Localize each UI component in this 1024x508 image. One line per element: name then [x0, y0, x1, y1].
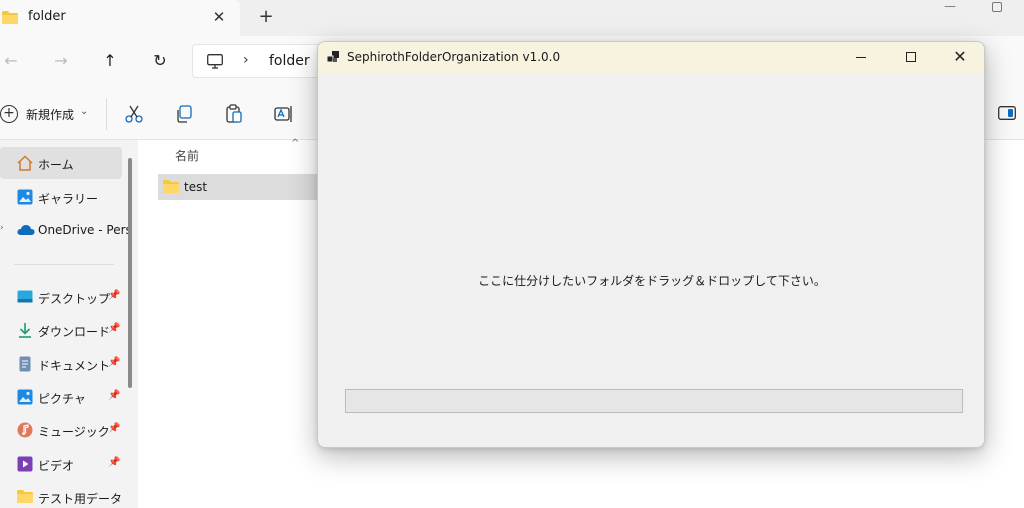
explorer-tab[interactable]: folder ✕: [0, 0, 240, 36]
pin-icon[interactable]: 📌: [108, 357, 120, 368]
window-maximize-button[interactable]: [990, 0, 1004, 14]
progress-bar: [345, 389, 963, 413]
sidebar-item-onedrive[interactable]: › OneDrive - Pers: [0, 214, 132, 246]
plus-circle-icon: +: [0, 105, 18, 123]
cut-icon[interactable]: [124, 104, 144, 124]
breadcrumb-folder[interactable]: folder: [269, 53, 310, 69]
chevron-down-icon: ⌄: [80, 106, 89, 117]
sidebar-item-videos[interactable]: ビデオ 📌: [0, 448, 122, 480]
app-dialog: SephirothFolderOrganization v1.0.0 ✕ ここに…: [317, 41, 985, 448]
desktop-icon: [17, 289, 33, 305]
window-minimize-button[interactable]: —: [942, 0, 958, 14]
file-name: test: [184, 180, 208, 194]
sidebar-item-label: ドキュメント: [38, 359, 111, 373]
tab-title: folder: [28, 9, 66, 24]
navigation-pane: ホーム ギャラリー › OneDrive - Pers デスクトップ 📌 ダウン…: [0, 140, 138, 508]
dialog-minimize-button[interactable]: [838, 42, 884, 73]
sidebar-item-label: デスクトップ: [38, 292, 111, 306]
onedrive-cloud-icon: [17, 222, 35, 238]
dialog-title: SephirothFolderOrganization v1.0.0: [347, 50, 561, 64]
sidebar-item-label: ギャラリー: [38, 192, 99, 206]
pin-icon[interactable]: 📌: [108, 390, 120, 401]
sort-ascending-icon: ^: [291, 138, 300, 149]
sidebar-item-documents[interactable]: ドキュメント 📌: [0, 348, 122, 380]
dialog-maximize-button[interactable]: [888, 42, 934, 73]
toolbar-divider: [106, 98, 107, 130]
up-arrow-icon[interactable]: ↑: [99, 50, 121, 72]
dialog-title-bar[interactable]: SephirothFolderOrganization v1.0.0 ✕: [318, 42, 984, 73]
details-pane-icon[interactable]: [998, 106, 1016, 123]
monitor-icon: [207, 54, 223, 72]
sidebar-item-pictures[interactable]: ピクチャ 📌: [0, 381, 122, 413]
document-icon: [17, 356, 33, 372]
home-icon: [17, 155, 33, 171]
back-arrow-icon[interactable]: ←: [0, 50, 22, 72]
sidebar-item-label: テスト用データ: [38, 492, 123, 506]
app-icon: [326, 51, 340, 66]
sidebar-item-music[interactable]: ミュージック 📌: [0, 414, 122, 446]
explorer-tabstrip: folder ✕ + —: [0, 0, 1024, 36]
sidebar-item-test-data[interactable]: テスト用データ: [0, 481, 122, 508]
pin-icon[interactable]: 📌: [108, 290, 120, 301]
new-button-label: 新規作成: [26, 108, 75, 122]
folder-icon: [2, 11, 18, 27]
pin-icon[interactable]: 📌: [108, 457, 120, 468]
pin-icon[interactable]: 📌: [108, 323, 120, 334]
sidebar-divider: [14, 264, 114, 265]
rename-icon[interactable]: [274, 104, 294, 124]
sidebar-item-downloads[interactable]: ダウンロード 📌: [0, 314, 122, 346]
download-icon: [17, 322, 33, 338]
file-row[interactable]: test: [158, 174, 318, 200]
folder-icon: [163, 180, 179, 196]
breadcrumb-separator: ›: [243, 52, 249, 68]
pictures-icon: [17, 389, 33, 405]
new-tab-button[interactable]: +: [256, 7, 276, 27]
sidebar-item-label: ダウンロード: [38, 325, 111, 339]
tab-close-icon[interactable]: ✕: [210, 8, 228, 26]
dialog-close-button[interactable]: ✕: [937, 42, 983, 73]
paste-icon[interactable]: [224, 104, 244, 124]
sidebar-item-label: ピクチャ: [38, 392, 86, 406]
video-icon: [17, 456, 33, 472]
chevron-right-icon[interactable]: ›: [0, 223, 4, 233]
copy-icon[interactable]: [174, 104, 194, 124]
folder-icon: [17, 489, 33, 505]
drop-instruction: ここに仕分けしたいフォルダをドラッグ＆ドロップして下さい。: [478, 274, 826, 288]
sidebar-item-home[interactable]: ホーム: [0, 147, 122, 179]
column-header-name[interactable]: 名前: [175, 147, 199, 164]
sidebar-item-label: ホーム: [38, 158, 74, 172]
music-icon: [17, 422, 33, 438]
address-bar[interactable]: › folder: [192, 44, 332, 78]
sidebar-item-label: ビデオ: [38, 459, 75, 473]
sidebar-scrollbar[interactable]: [128, 158, 132, 388]
sidebar-item-desktop[interactable]: デスクトップ 📌: [0, 281, 122, 313]
pin-icon[interactable]: 📌: [108, 423, 120, 434]
sidebar-item-label: ミュージック: [38, 425, 110, 439]
refresh-icon[interactable]: ↻: [149, 50, 171, 72]
gallery-icon: [17, 189, 33, 205]
sidebar-item-label: OneDrive - Pers: [38, 223, 132, 237]
forward-arrow-icon[interactable]: →: [50, 50, 72, 72]
sidebar-item-gallery[interactable]: ギャラリー: [0, 181, 122, 213]
